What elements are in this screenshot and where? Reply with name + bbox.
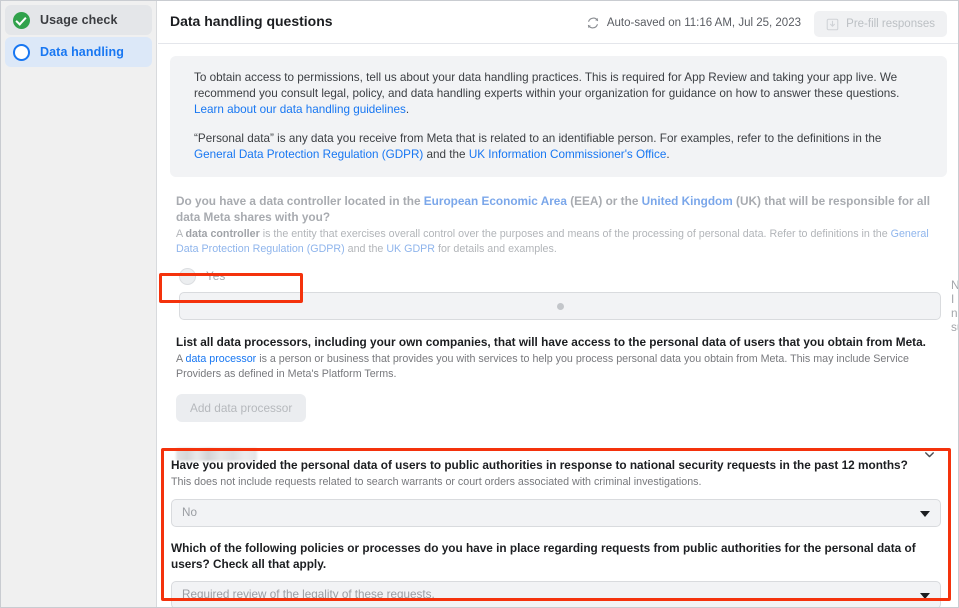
dc-sub-bold: data controller bbox=[185, 228, 260, 240]
check-circle-icon bbox=[13, 11, 30, 29]
caret-down-icon[interactable] bbox=[920, 510, 930, 517]
autosave-text: Auto-saved on 11:16 AM, Jul 25, 2023 bbox=[606, 17, 801, 29]
data-processors-question-title: List all data processors, including your… bbox=[176, 335, 926, 349]
policies-select-value: Required review of the legality of these… bbox=[182, 588, 435, 601]
data-processor-link[interactable]: data processor bbox=[186, 353, 257, 365]
dp-sub-b: is a person or business that provides yo… bbox=[176, 353, 909, 380]
prefill-responses-label: Pre-fill responses bbox=[846, 18, 935, 30]
sidebar-item-usage-check[interactable]: Usage check bbox=[5, 5, 152, 35]
dc-sub-b: is the entity that exercises overall con… bbox=[259, 228, 891, 240]
prefill-responses-button[interactable]: Pre-fill responses bbox=[814, 11, 947, 37]
dc-title-mid: (EEA) or the bbox=[566, 194, 642, 208]
uk-gdpr-link[interactable]: UK GDPR bbox=[386, 243, 435, 255]
data-controller-radio-group: Yes No / I am not sure bbox=[176, 264, 958, 334]
info-p2-text-mid: and the bbox=[423, 148, 469, 161]
data-controller-question: Do you have a data controller located in… bbox=[176, 193, 958, 334]
info-paragraph-1: To obtain access to permissions, tell us… bbox=[194, 70, 923, 118]
sidebar-item-label: Data handling bbox=[40, 45, 124, 59]
eea-link[interactable]: European Economic Area bbox=[424, 194, 567, 208]
policies-question: Which of the following policies or proce… bbox=[171, 540, 941, 607]
data-controller-question-subtext: A data controller is the entity that exe… bbox=[176, 227, 941, 256]
import-icon bbox=[826, 18, 839, 30]
questions-block: Do you have a data controller located in… bbox=[158, 193, 958, 469]
info-paragraph-2: “Personal data” is any data you receive … bbox=[194, 131, 923, 163]
radio-option-yes[interactable]: Yes bbox=[176, 264, 941, 288]
info-p1-text-a: To obtain access to permissions, tell us… bbox=[194, 71, 900, 100]
dp-sub-a: A bbox=[176, 353, 186, 365]
app-window: Usage check Data handling Data handling … bbox=[0, 0, 959, 608]
dc-sub-a: A bbox=[176, 228, 186, 240]
dc-title-a: Do you have a data controller located in… bbox=[176, 194, 424, 208]
national-security-question-subtext: This does not include requests related t… bbox=[171, 476, 702, 488]
data-controller-question-title: Do you have a data controller located in… bbox=[176, 193, 941, 225]
data-processors-question-subtext: A data processor is a person or business… bbox=[176, 352, 941, 381]
data-handling-guidelines-link[interactable]: Learn about our data handling guidelines bbox=[194, 103, 406, 116]
government-requests-section: Have you provided the personal data of u… bbox=[161, 448, 951, 607]
radio-option-label: No / I am not sure bbox=[951, 278, 959, 334]
caret-down-icon[interactable] bbox=[920, 592, 930, 599]
info-panel: To obtain access to permissions, tell us… bbox=[170, 56, 947, 177]
dc-sub-mid: and the bbox=[344, 242, 387, 255]
uk-link[interactable]: United Kingdom bbox=[642, 194, 733, 208]
uk-ico-link[interactable]: UK Information Commissioner's Office bbox=[469, 148, 667, 161]
radio-option-label: Yes bbox=[206, 269, 226, 283]
refresh-icon bbox=[587, 17, 598, 29]
policies-question-title: Which of the following policies or proce… bbox=[171, 540, 916, 571]
national-security-question-title: Have you provided the personal data of u… bbox=[171, 458, 908, 472]
sidebar: Usage check Data handling bbox=[1, 1, 157, 607]
national-security-select[interactable]: No bbox=[171, 498, 941, 527]
add-data-processor-button[interactable]: Add data processor bbox=[176, 394, 307, 422]
info-p2-text-b: . bbox=[666, 148, 670, 161]
policies-select-wrap: Required review of the legality of these… bbox=[171, 580, 941, 607]
autosave-status: Auto-saved on 11:16 AM, Jul 25, 2023 bbox=[586, 16, 801, 30]
page-title: Data handling questions bbox=[170, 13, 333, 29]
policies-select[interactable]: Required review of the legality of these… bbox=[171, 580, 941, 607]
info-p1-text-b: . bbox=[405, 103, 410, 116]
national-security-select-value: No bbox=[182, 506, 197, 519]
dc-sub-c: for details and examples. bbox=[435, 242, 557, 255]
sidebar-item-data-handling[interactable]: Data handling bbox=[5, 37, 152, 67]
radio-circle-selected-icon bbox=[179, 292, 941, 320]
gdpr-link[interactable]: General Data Protection Regulation (GDPR… bbox=[194, 148, 423, 161]
empty-circle-icon bbox=[13, 43, 30, 61]
content-area: To obtain access to permissions, tell us… bbox=[158, 56, 958, 469]
radio-option-no[interactable]: No / I am not sure bbox=[176, 278, 958, 334]
sidebar-item-label: Usage check bbox=[40, 13, 118, 27]
radio-circle-icon bbox=[179, 267, 196, 285]
national-security-select-wrap: No bbox=[171, 498, 941, 527]
page-header: Data handling questions Auto-saved on 11… bbox=[158, 1, 958, 44]
info-p2-text-a: “Personal data” is any data you receive … bbox=[194, 132, 882, 145]
